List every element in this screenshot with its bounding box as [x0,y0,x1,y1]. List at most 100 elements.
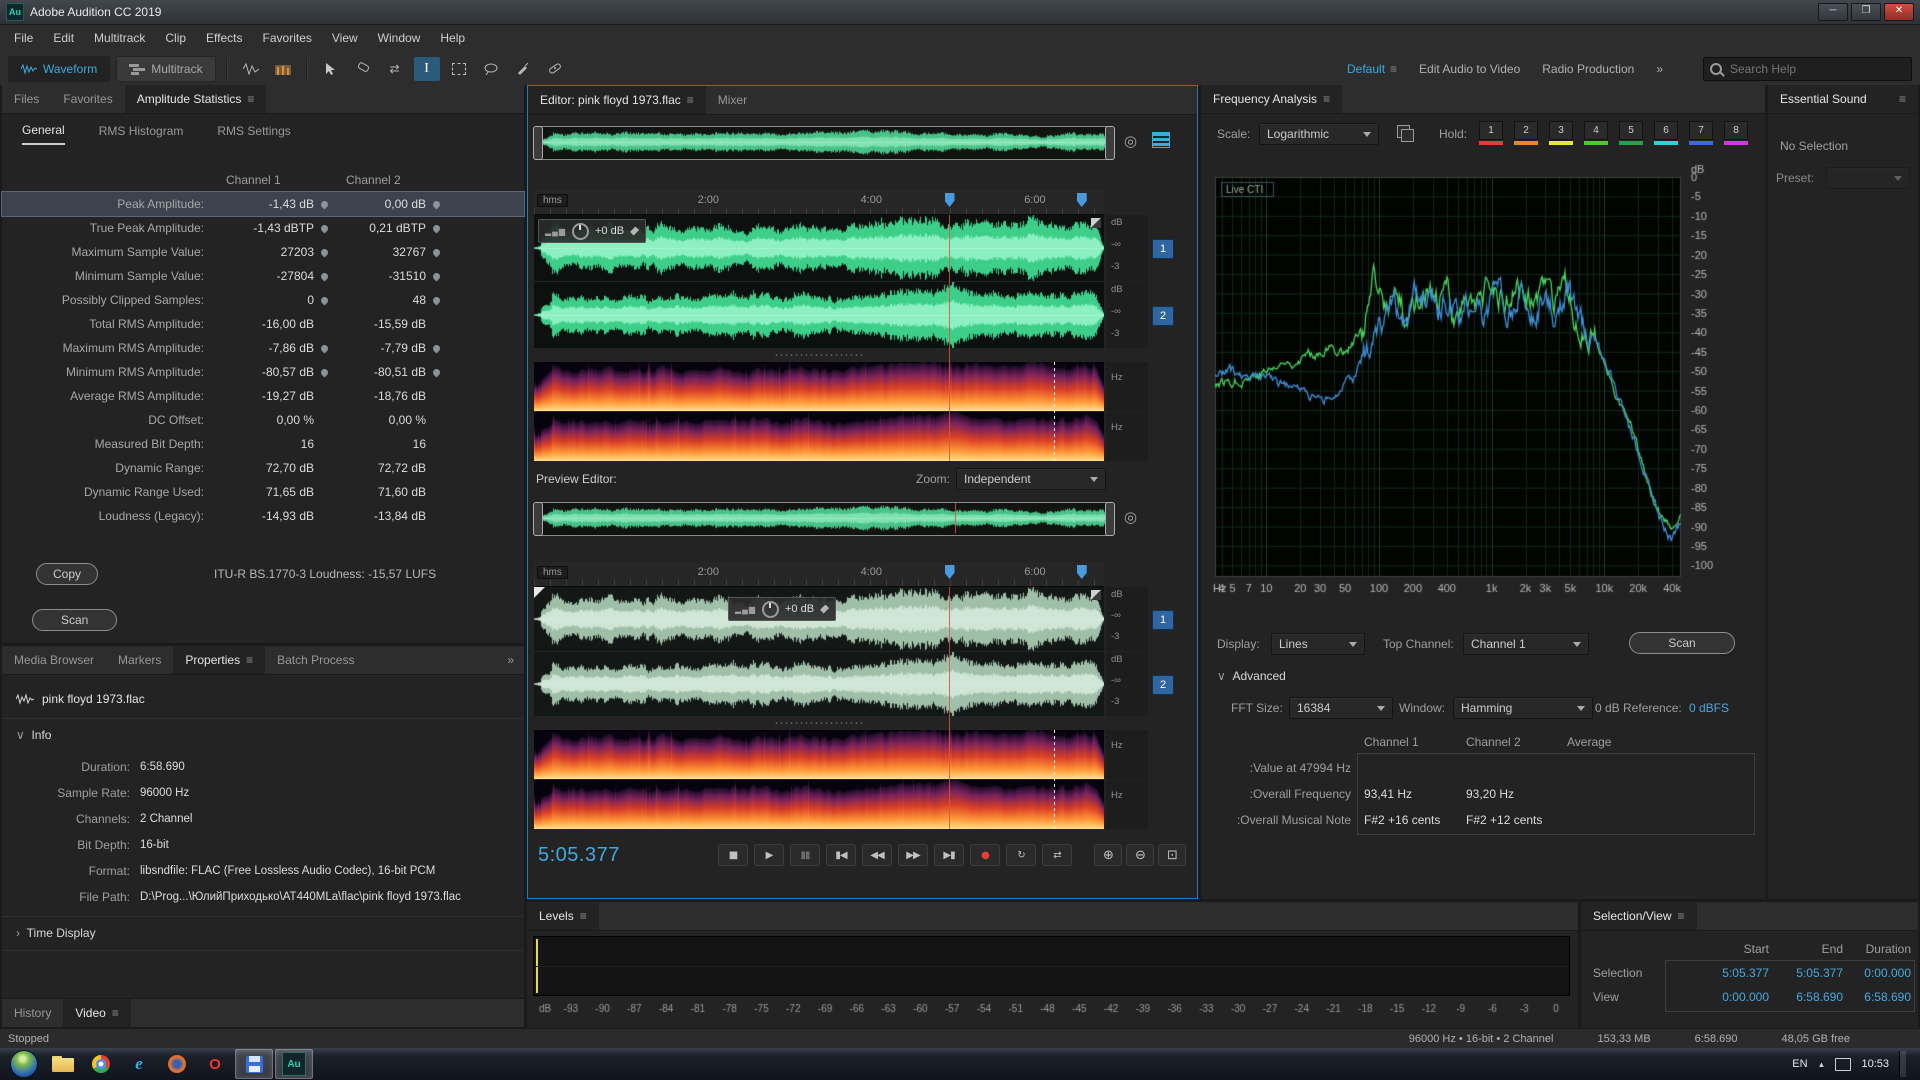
taskbar-audition-icon[interactable]: Au [275,1049,313,1079]
playhead-marker[interactable] [945,193,955,207]
language-indicator[interactable]: EN [1792,1058,1807,1070]
hold-button[interactable]: 6 [1654,121,1678,145]
spot-healing-brush-tool[interactable] [542,57,568,81]
menu-item[interactable]: File [4,25,43,52]
hold-button[interactable]: 1 [1479,121,1503,145]
tab-editor[interactable]: Editor: pink floyd 1973.flac≡ [528,86,706,114]
advanced-section-header[interactable]: ∨ Advanced [1217,669,1286,683]
panel-menu-icon[interactable]: ≡ [1323,92,1330,106]
waveform-canvas[interactable] [534,652,1104,716]
channel-2-button[interactable]: 2 [1152,306,1174,326]
gain-hud[interactable]: ▂▄▆ +0 dB [538,219,646,243]
hold-button[interactable]: 7 [1689,121,1713,145]
spectral-corner-icon[interactable] [1091,590,1101,600]
marker-pin-icon[interactable] [432,272,442,282]
waveform-mode-button[interactable]: Waveform [8,56,110,82]
zoom-mode-select[interactable]: Independent [956,468,1106,490]
lasso-selection-tool[interactable] [478,57,504,81]
layout-toggle-icon[interactable] [1152,132,1170,148]
marker-pin-icon[interactable] [432,224,442,234]
spectrogram-channel-2[interactable] [534,412,1104,461]
overview-waveform[interactable] [535,127,1111,157]
copy-graph-icon[interactable] [1397,125,1410,138]
marker-pin-icon[interactable] [320,344,330,354]
subtab-rms-settings[interactable]: RMS Settings [217,118,290,144]
marker-pin-icon[interactable] [320,248,330,258]
zoom-button[interactable]: ⊡ [1158,844,1186,866]
subtab-general[interactable]: General [22,117,65,145]
tab-levels[interactable]: Levels≡ [527,902,599,930]
time-selection-tool[interactable]: I [414,57,440,81]
stats-row[interactable]: Total RMS Amplitude: -16,00 dB -15,59 dB [2,312,524,336]
restore-button[interactable]: ❐ [1851,3,1881,21]
preview-gain-hud[interactable]: ▂▄▆ +0 dB [728,597,836,621]
tab-selection-view[interactable]: Selection/View≡ [1581,902,1697,930]
overview-left-handle[interactable] [533,502,543,536]
spectral-corner-icon[interactable] [1091,218,1101,228]
display-select[interactable]: Lines [1271,633,1365,655]
tab-media-browser[interactable]: Media Browser [2,646,106,674]
close-button[interactable]: ✕ [1884,3,1914,21]
tab-video[interactable]: Video≡ [63,999,131,1027]
hold-button[interactable]: 8 [1724,121,1748,145]
channel-1-button[interactable]: 1 [1152,610,1174,630]
marker-pin-icon[interactable] [320,200,330,210]
file-name[interactable]: pink floyd 1973.flac [42,692,145,706]
marker-pin-icon[interactable] [320,224,330,234]
taskbar-commander-icon[interactable] [235,1049,273,1079]
spectrogram-canvas[interactable] [534,780,1104,829]
playhead-marker[interactable] [945,565,955,579]
stats-row[interactable]: Maximum Sample Value: 27203 32767 [2,240,524,264]
tab-files[interactable]: Files [2,85,51,113]
overview-waveform[interactable] [535,503,1111,533]
marker-pin-icon[interactable] [432,248,442,258]
fft-size-select[interactable]: 16384 [1289,697,1393,719]
zoom-button[interactable]: ⊕ [1094,844,1122,866]
tabs-overflow-chevron[interactable]: » [497,646,524,674]
overview-right-handle[interactable] [1105,126,1115,160]
pin-icon[interactable] [630,227,639,236]
hold-button[interactable]: 4 [1584,121,1608,145]
marker-pin-icon[interactable] [432,344,442,354]
taskbar-chrome-icon[interactable] [83,1050,119,1078]
preview-overview-navigator[interactable] [534,502,1114,536]
level-meter[interactable] [533,936,1570,996]
top-channel-select[interactable]: Channel 1 [1463,633,1589,655]
search-help-input[interactable] [1728,61,1882,77]
taskbar-explorer-icon[interactable] [45,1050,81,1078]
waveform-channel-2[interactable] [534,282,1104,348]
stats-row[interactable]: DC Offset: 0,00 % 0,00 % [2,408,524,432]
search-help-box[interactable] [1703,57,1912,81]
timeline-marker[interactable] [1077,193,1087,207]
panel-menu-icon[interactable]: ≡ [247,92,254,106]
zoom-button[interactable]: ⊖ [1126,844,1154,866]
copy-button[interactable]: Copy [36,563,98,585]
marker-pin-icon[interactable] [432,200,442,210]
move-tool[interactable] [318,57,344,81]
tab-frequency-analysis[interactable]: Frequency Analysis≡ [1201,85,1342,113]
marker-pin-icon[interactable] [432,368,442,378]
clock[interactable]: 10:53 [1861,1058,1889,1070]
marker-pin-icon[interactable] [432,296,442,306]
timeline-marker[interactable] [1077,565,1087,579]
workspace-menu-icon[interactable]: ≡ [1390,62,1397,76]
time-display[interactable]: 5:05.377 [538,844,620,867]
info-section-header[interactable]: ∨ Info [16,728,51,742]
razor-tool[interactable] [350,57,376,81]
tab-essential-sound[interactable]: Essential Sound≡ [1768,85,1918,113]
overview-left-handle[interactable] [533,126,543,160]
tab-batch-process[interactable]: Batch Process [265,646,366,674]
channel-2-button[interactable]: 2 [1152,675,1174,695]
gain-knob-icon[interactable] [572,223,589,240]
show-spectral-button[interactable] [270,57,296,81]
view-start[interactable]: 0:00.000 [1709,990,1769,1004]
scan-button[interactable]: Scan [1629,632,1735,654]
panel-menu-icon[interactable]: ≡ [1678,909,1685,923]
stats-row[interactable]: Peak Amplitude: -1,43 dB 0,00 dB [2,192,524,216]
tab-mixer[interactable]: Mixer [706,86,759,114]
view-duration[interactable]: 6:58.690 [1849,990,1911,1004]
preview-waveform-channel-2[interactable] [534,652,1104,716]
spot-navigator-icon[interactable]: ◎ [1124,508,1137,526]
stats-row[interactable]: Average RMS Amplitude: -19,27 dB -18,76 … [2,384,524,408]
overview-right-handle[interactable] [1105,502,1115,536]
